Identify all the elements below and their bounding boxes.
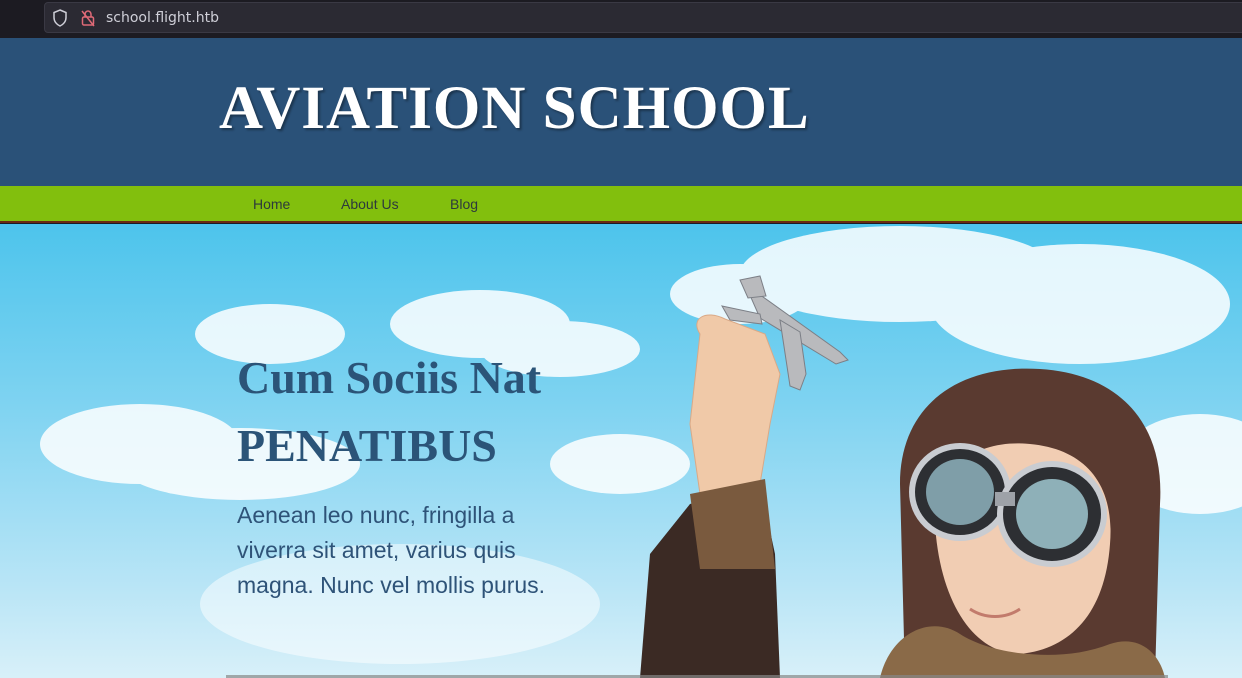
nav-blog[interactable]: Blog: [450, 196, 478, 212]
hero-description: Aenean leo nunc, fringilla a viverra sit…: [237, 502, 546, 598]
insecure-lock-icon[interactable]: [80, 9, 96, 27]
hero-title: Cum Sociis Nat PENATIBUS: [237, 344, 617, 480]
hero-title-line-1: Cum Sociis Nat: [237, 352, 542, 403]
main-nav: Home About Us Blog: [0, 186, 1242, 223]
site-title: AVIATION SCHOOL: [219, 75, 810, 142]
hero-image: [40, 226, 1242, 678]
nav-about-us[interactable]: About Us: [341, 196, 399, 212]
browser-toolbar: school.flight.htb: [0, 0, 1242, 38]
hero-banner: Cum Sociis Nat PENATIBUS Aenean leo nunc…: [0, 224, 1242, 678]
url-text[interactable]: school.flight.htb: [106, 10, 219, 26]
hero-title-line-2: PENATIBUS: [237, 420, 497, 471]
shield-icon[interactable]: [52, 9, 68, 27]
nav-home[interactable]: Home: [253, 196, 290, 212]
url-bar[interactable]: [44, 2, 1242, 33]
